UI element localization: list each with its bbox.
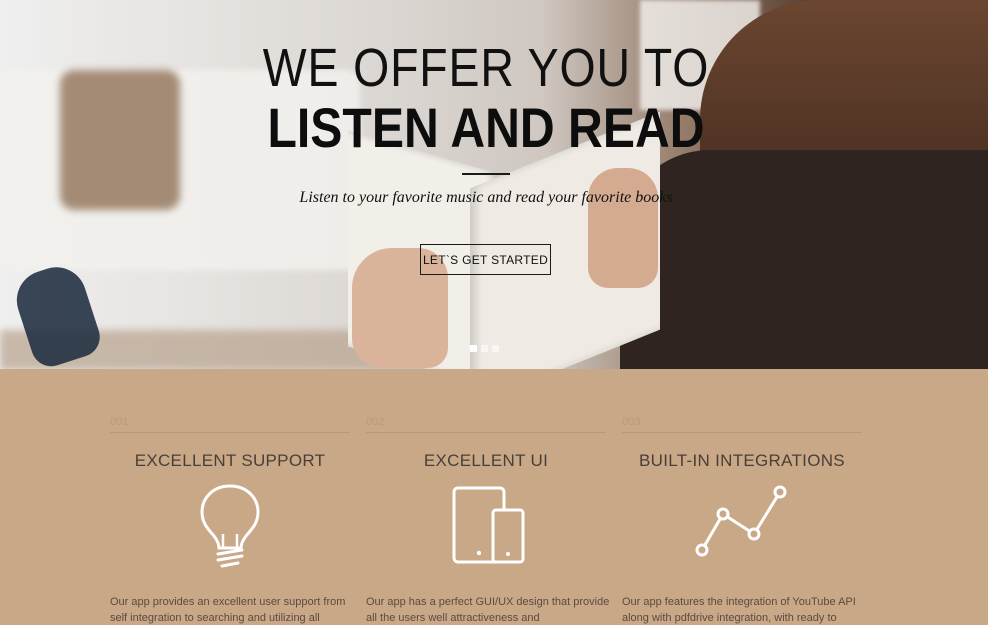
line-chart-icon bbox=[622, 484, 862, 568]
feature-title: BUILT-IN INTEGRATIONS bbox=[639, 451, 845, 470]
hero-divider bbox=[462, 173, 510, 175]
get-started-button[interactable]: LET`S GET STARTED bbox=[420, 244, 551, 275]
slider-dot-1[interactable] bbox=[470, 345, 477, 352]
feature-support: 001 EXCELLENT SUPPORT Our app provides a… bbox=[110, 416, 350, 624]
feature-number: 002 bbox=[366, 416, 385, 428]
feature-title: EXCELLENT UI bbox=[423, 451, 549, 470]
feature-number: 001 bbox=[110, 416, 129, 428]
hero-background-hand-right bbox=[588, 168, 658, 288]
slider-dot-3[interactable] bbox=[492, 345, 499, 352]
feature-description: Our app provides an excellent user suppo… bbox=[110, 596, 346, 624]
hero-section: WE OFFER YOU TO LISTEN AND READ Listen t… bbox=[0, 0, 988, 369]
feature-integrations: 003 BUILT-IN INTEGRATIONS Our app featur… bbox=[622, 416, 862, 624]
feature-title: EXCELLENT SUPPORT bbox=[134, 451, 326, 470]
lightbulb-icon bbox=[110, 484, 350, 568]
features-section: 001 EXCELLENT SUPPORT Our app provides a… bbox=[110, 416, 862, 625]
hero-title-bold: LISTEN AND READ bbox=[267, 96, 705, 159]
hero-title-light: WE OFFER YOU TO bbox=[262, 38, 710, 98]
hero-subtitle: Listen to your favorite music and read y… bbox=[299, 189, 673, 206]
feature-description: Our app has a perfect GUI/UX design that… bbox=[366, 596, 610, 624]
feature-number: 003 bbox=[622, 416, 641, 428]
feature-description: Our app features the integration of YouT… bbox=[622, 596, 856, 624]
slider-dots bbox=[470, 345, 499, 352]
feature-ui: 002 EXCELLENT UI Our app has a perfect G… bbox=[366, 416, 609, 624]
feature-divider bbox=[622, 432, 862, 433]
devices-icon bbox=[366, 484, 606, 568]
feature-divider bbox=[366, 432, 606, 433]
slider-dot-2[interactable] bbox=[481, 345, 488, 352]
feature-divider bbox=[110, 432, 350, 433]
hero-background-sweater bbox=[620, 150, 988, 369]
